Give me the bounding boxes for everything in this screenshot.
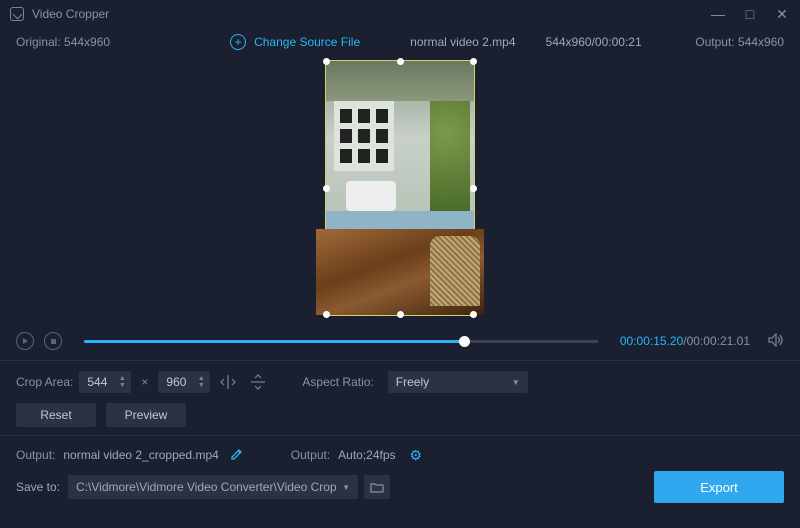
current-time: 00:00:15.20 <box>620 334 683 348</box>
crop-height-input[interactable]: 960 ▲▼ <box>158 371 210 393</box>
preview-stage <box>0 56 800 326</box>
crop-handle-top-right[interactable] <box>470 58 477 65</box>
maximize-button[interactable]: □ <box>742 6 758 22</box>
crop-handle-top[interactable] <box>397 58 404 65</box>
output-file-label: Output: <box>16 448 55 462</box>
crop-handle-right[interactable] <box>470 185 477 192</box>
stop-button[interactable] <box>44 332 62 350</box>
change-source-button[interactable]: + Change Source File <box>230 34 360 50</box>
output-info-row: Output: normal video 2_cropped.mp4 Outpu… <box>0 440 800 470</box>
preview-button[interactable]: Preview <box>106 403 186 427</box>
crop-frame[interactable] <box>325 60 475 316</box>
chevron-down-icon: ▼ <box>512 378 520 387</box>
height-up[interactable]: ▲ <box>196 375 206 382</box>
window-controls: — □ ✕ <box>710 6 790 23</box>
original-dims: Original: 544x960 <box>16 35 110 49</box>
app-logo-icon <box>10 7 24 21</box>
browse-folder-button[interactable] <box>364 475 390 499</box>
output-settings-button[interactable]: ⚙ <box>410 447 423 464</box>
seek-bar[interactable] <box>84 340 598 343</box>
crop-settings-row: Crop Area: 544 ▲▼ × 960 ▲▼ Aspect Ratio:… <box>0 365 800 399</box>
width-down[interactable]: ▼ <box>117 382 127 389</box>
crop-width-input[interactable]: 544 ▲▼ <box>79 371 131 393</box>
source-filename: normal video 2.mp4 <box>410 35 515 49</box>
time-display: 00:00:15.20/00:00:21.01 <box>620 334 750 348</box>
height-down[interactable]: ▼ <box>196 382 206 389</box>
duration: 00:00:21.01 <box>687 334 750 348</box>
center-vertical-button[interactable] <box>248 372 268 392</box>
app-title: Video Cropper <box>32 7 109 21</box>
source-dims-duration: 544x960/00:00:21 <box>546 35 642 49</box>
width-up[interactable]: ▲ <box>117 375 127 382</box>
save-row: Save to: C:\Vidmore\Vidmore Video Conver… <box>0 470 800 504</box>
minimize-button[interactable]: — <box>710 6 726 22</box>
title-bar: Video Cropper — □ ✕ <box>0 0 800 28</box>
play-icon <box>23 338 28 344</box>
aspect-ratio-label: Aspect Ratio: <box>302 375 373 389</box>
seek-thumb[interactable] <box>459 336 470 347</box>
save-to-label: Save to: <box>16 480 60 494</box>
source-meta: normal video 2.mp4 544x960/00:00:21 <box>410 35 641 49</box>
source-info-bar: Original: 544x960 + Change Source File n… <box>0 28 800 56</box>
reset-button[interactable]: Reset <box>16 403 96 427</box>
play-button[interactable] <box>16 332 34 350</box>
change-source-label: Change Source File <box>254 35 360 49</box>
output-format: Auto;24fps <box>338 448 395 462</box>
aspect-ratio-select[interactable]: Freely▼ <box>388 371 528 393</box>
crop-handle-bottom-right[interactable] <box>470 311 477 318</box>
action-buttons-row: Reset Preview <box>0 399 800 431</box>
crop-handle-left[interactable] <box>323 185 330 192</box>
crop-handle-bottom-left[interactable] <box>323 311 330 318</box>
volume-button[interactable] <box>768 333 784 350</box>
crop-handle-top-left[interactable] <box>323 58 330 65</box>
center-horizontal-button[interactable] <box>218 372 238 392</box>
plus-icon: + <box>230 34 246 50</box>
output-dims: Output: 544x960 <box>695 35 784 49</box>
playback-controls: 00:00:15.20/00:00:21.01 <box>0 326 800 356</box>
close-button[interactable]: ✕ <box>774 6 790 23</box>
output-filename: normal video 2_cropped.mp4 <box>63 448 218 462</box>
stop-icon <box>51 339 56 344</box>
crop-handle-bottom[interactable] <box>397 311 404 318</box>
edit-filename-button[interactable] <box>231 448 243 463</box>
export-button[interactable]: Export <box>654 471 784 503</box>
save-path-select[interactable]: C:\Vidmore\Vidmore Video Converter\Video… <box>68 475 358 499</box>
chevron-down-icon: ▼ <box>342 483 350 492</box>
output-format-label: Output: <box>291 448 330 462</box>
multiply-icon: × <box>141 375 148 389</box>
crop-area-label: Crop Area: <box>16 375 73 389</box>
